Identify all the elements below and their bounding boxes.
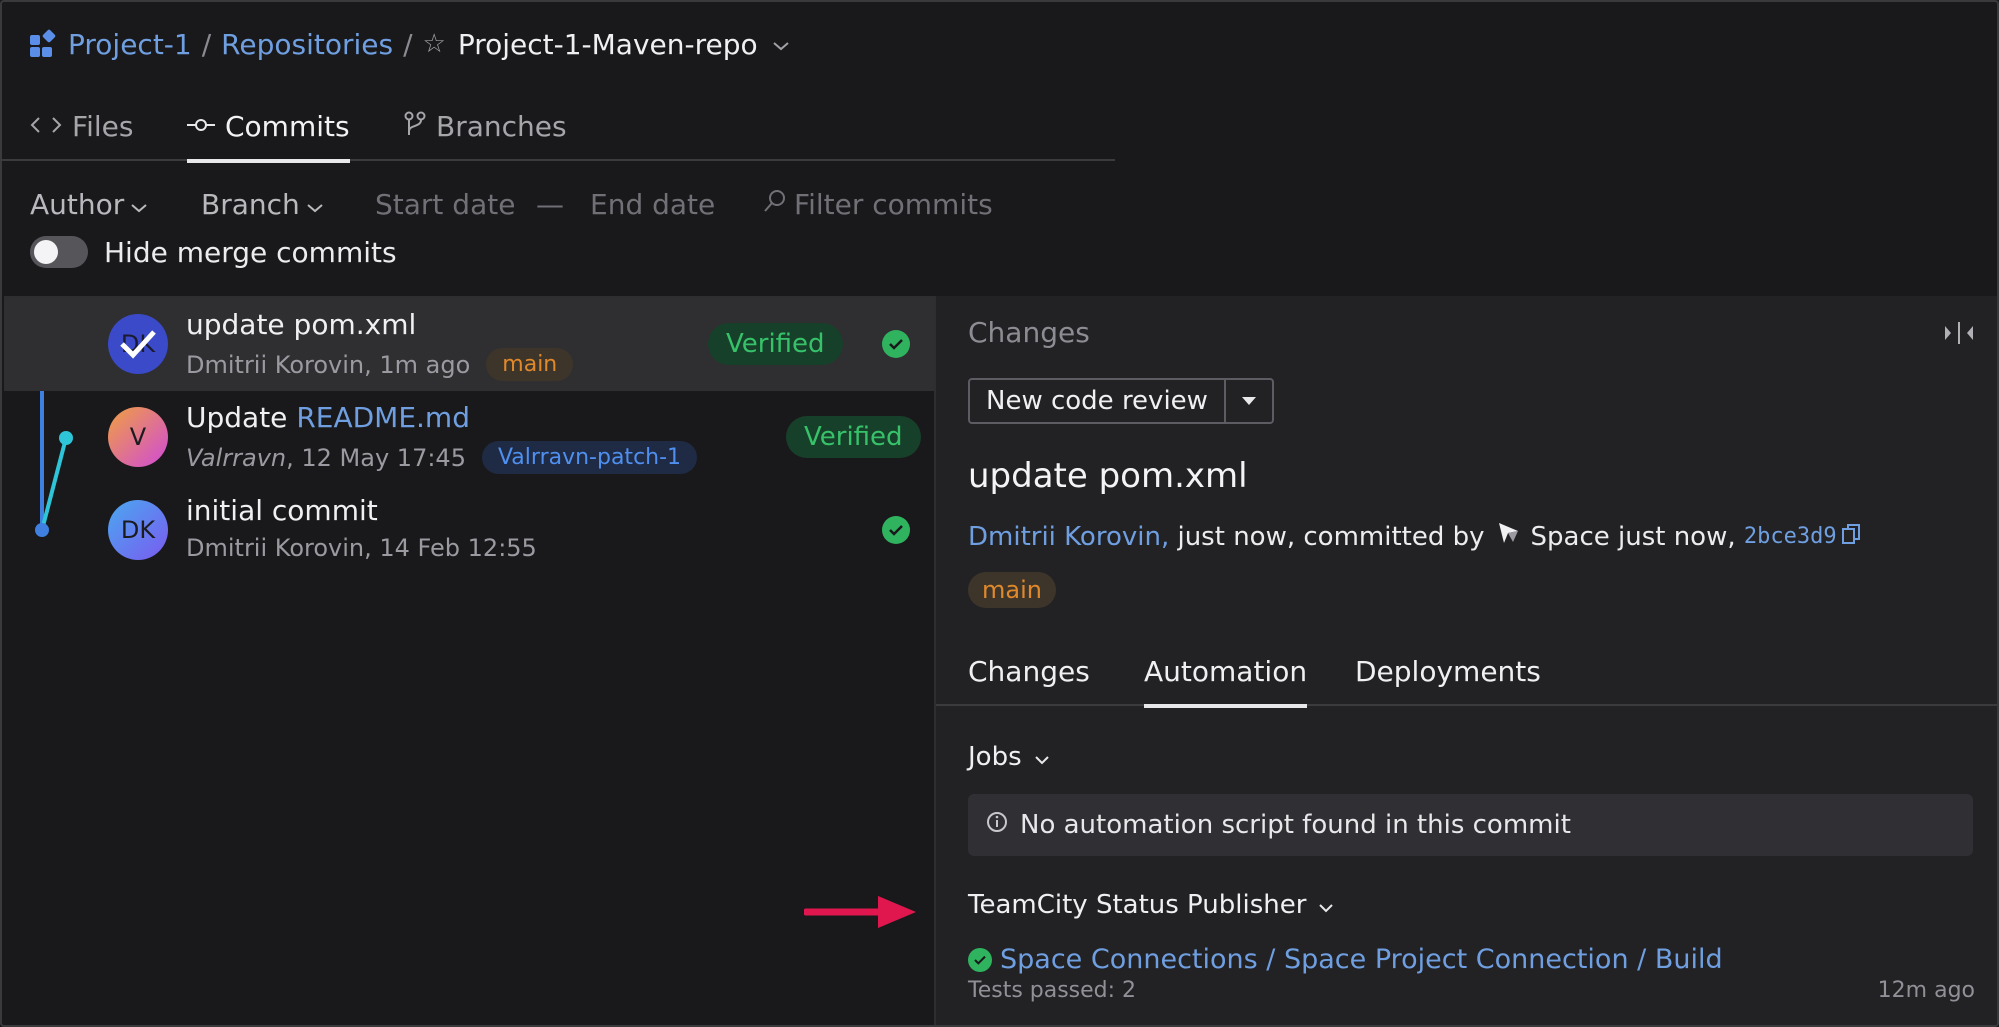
info-icon: [986, 810, 1008, 840]
tab-files[interactable]: Files: [30, 92, 133, 161]
commit-icon: [187, 113, 215, 141]
tab-commits[interactable]: Commits: [187, 92, 350, 163]
commit-detail-tabs: Changes Automation Deployments: [936, 636, 1997, 708]
annotation-arrow-icon: [804, 896, 916, 928]
verified-badge: Verified: [786, 416, 921, 458]
commit-time: 14 Feb 12:55: [379, 534, 537, 562]
commit-meta: Dmitrii Korovin, 14 Feb 12:55: [186, 534, 537, 562]
readme-link[interactable]: README.md: [296, 401, 470, 434]
filter-commits-placeholder: Filter commits: [794, 187, 993, 221]
commit-detail-meta: Dmitrii Korovin, just now, committed by …: [968, 520, 1861, 553]
filter-commits-search[interactable]: Filter commits: [762, 182, 993, 226]
jobs-section-toggle[interactable]: Jobs: [968, 742, 1050, 772]
commit-author: Dmitrii Korovin: [186, 350, 365, 379]
start-date-input[interactable]: Start date: [375, 182, 515, 226]
commit-meta: Valrravn, 12 May 17:45 Valrravn-patch-1: [186, 441, 698, 474]
breadcrumb-separator: /: [201, 27, 212, 61]
project-icon: [30, 28, 57, 57]
chevron-down-icon: [306, 188, 324, 221]
commit-row[interactable]: DK initial commit Dmitrii Korovin, 14 Fe…: [4, 484, 934, 577]
verified-badge: Verified: [708, 323, 843, 365]
new-code-review-button[interactable]: New code review: [970, 380, 1226, 422]
teamcity-publisher-toggle[interactable]: TeamCity Status Publisher: [968, 890, 1334, 920]
commit-row[interactable]: V Update README.md Valrravn, 12 May 17:4…: [4, 391, 934, 484]
commit-row[interactable]: DK update pom.xml Dmitrii Korovin, 1m ag…: [4, 298, 934, 391]
commit-title: Update README.md: [186, 401, 470, 434]
breadcrumb-project-link[interactable]: Project-1: [68, 28, 192, 61]
branch-badge[interactable]: main: [968, 572, 1056, 608]
branch-badge[interactable]: main: [486, 348, 574, 381]
new-code-review-button-group: New code review: [968, 378, 1274, 424]
date-range-dash: —: [536, 187, 564, 221]
breadcrumb: Project-1 / Repositories / ☆ Project-1-M…: [30, 24, 790, 64]
repo-name: Project-1-Maven-repo: [457, 27, 758, 61]
commit-time: 1m ago: [379, 350, 471, 379]
collapse-panel-icon[interactable]: [1943, 320, 1975, 352]
window: Project-1 / Repositories / ☆ Project-1-M…: [0, 0, 1999, 1027]
hide-merge-commits-row: Hide merge commits: [30, 232, 397, 272]
commit-details-panel: Changes New code review update pom.xml D…: [934, 296, 1997, 1025]
tests-passed-text: Tests passed: 2: [968, 978, 1137, 1003]
tab-label: Commits: [225, 110, 350, 143]
build-success-icon: [882, 516, 910, 544]
changes-header: Changes: [968, 316, 1090, 349]
build-link-text: Space Connections / Space Project Connec…: [1000, 944, 1723, 975]
breadcrumb-repositories-link[interactable]: Repositories: [221, 28, 393, 61]
commit-hash-link[interactable]: 2bce3d9: [1744, 524, 1837, 549]
tab-deployments[interactable]: Deployments: [1355, 636, 1541, 706]
tab-automation[interactable]: Automation: [1144, 636, 1308, 708]
avatar: DK: [108, 314, 168, 374]
branch-icon: [404, 111, 426, 143]
commit-detail-title: update pom.xml: [968, 456, 1248, 496]
commit-meta: Dmitrii Korovin, 1m ago main: [186, 348, 574, 381]
hide-merge-commits-toggle[interactable]: [30, 236, 88, 268]
no-automation-text: No automation script found in this commi…: [1020, 810, 1571, 840]
chevron-down-icon[interactable]: [772, 26, 790, 59]
checkmark-icon: [120, 330, 156, 359]
repo-tabs: Files Commits Branches: [2, 92, 1115, 163]
author-link[interactable]: Dmitrii Korovin,: [968, 522, 1169, 552]
jobs-label: Jobs: [968, 742, 1022, 772]
code-brackets-icon: [30, 113, 62, 141]
branch-badge-container: main: [968, 572, 1056, 608]
commit-author: Valrravn: [186, 443, 287, 472]
build-success-icon: [968, 947, 992, 972]
build-time-ago: 12m ago: [1877, 978, 1975, 1003]
commit-title: update pom.xml: [186, 308, 417, 341]
avatar-initials: V: [129, 423, 147, 451]
commit-time: 12 May 17:45: [301, 443, 466, 472]
branch-filter-label: Branch: [201, 187, 300, 221]
author-filter-label: Author: [30, 187, 125, 221]
tab-branches[interactable]: Branches: [404, 92, 567, 161]
chevron-down-icon: [1318, 890, 1334, 920]
caret-down-icon[interactable]: [1226, 380, 1272, 422]
avatar: DK: [108, 500, 168, 560]
end-date-input[interactable]: End date: [590, 182, 715, 226]
commit-author: Dmitrii Korovin: [186, 534, 365, 562]
branch-filter-dropdown[interactable]: Branch: [201, 182, 324, 226]
build-success-icon: [882, 330, 910, 358]
teamcity-publisher-label: TeamCity Status Publisher: [968, 890, 1307, 920]
tab-label: Branches: [436, 110, 567, 143]
chevron-down-icon: [130, 188, 148, 221]
space-logo-icon: [1495, 520, 1521, 553]
branch-badge[interactable]: Valrravn-patch-1: [481, 441, 698, 474]
copy-icon[interactable]: [1841, 522, 1861, 552]
no-automation-notice: No automation script found in this commi…: [968, 794, 1973, 856]
chevron-down-icon: [1034, 742, 1050, 772]
search-icon: [762, 188, 788, 221]
avatar-initials: DK: [120, 516, 156, 544]
hide-merge-commits-label: Hide merge commits: [104, 235, 397, 269]
commit-title: initial commit: [186, 494, 378, 527]
build-status-link[interactable]: Space Connections / Space Project Connec…: [968, 944, 1723, 975]
committer-text: Space just now,: [1530, 521, 1736, 552]
commit-list: DK update pom.xml Dmitrii Korovin, 1m ag…: [4, 296, 934, 1025]
commit-meta-text: just now, committed by: [1177, 521, 1485, 552]
avatar: V: [108, 407, 168, 467]
tab-label: Files: [72, 110, 134, 143]
author-filter-dropdown[interactable]: Author: [30, 182, 148, 226]
tab-changes[interactable]: Changes: [968, 636, 1090, 706]
star-icon[interactable]: ☆: [423, 29, 446, 59]
breadcrumb-separator: /: [403, 27, 413, 61]
